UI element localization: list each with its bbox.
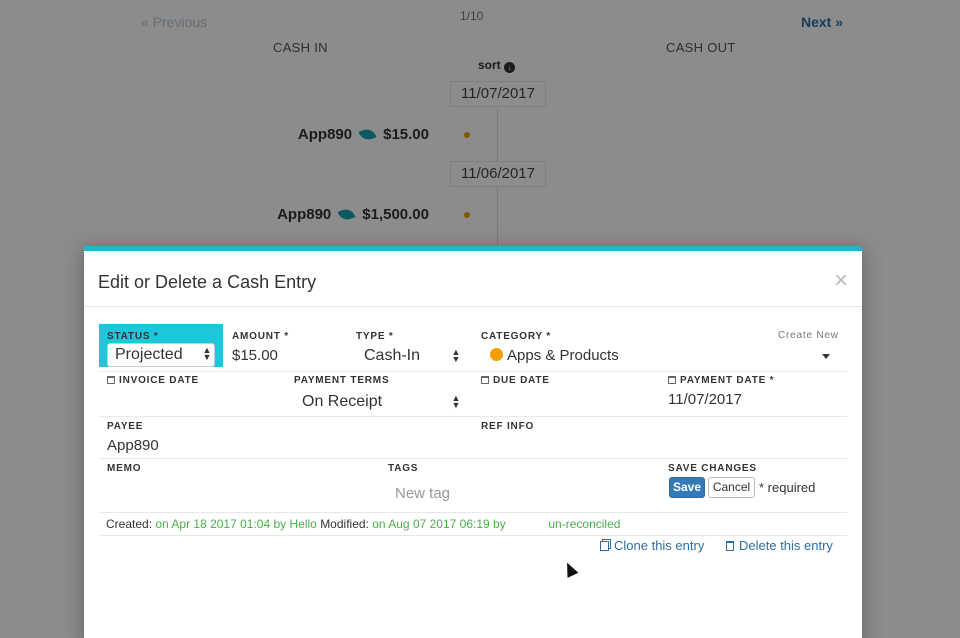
- clone-icon: [600, 541, 609, 551]
- select-arrows-icon: ▲ ▼: [451, 393, 461, 410]
- amount-input[interactable]: $15.00: [232, 347, 278, 364]
- calendar-icon: [481, 376, 489, 384]
- created-value: on Apr 18 2017 01:04 by Hello: [155, 517, 317, 531]
- trash-icon: [726, 541, 734, 551]
- type-select[interactable]: Cash-In: [364, 347, 420, 365]
- payment-date-input[interactable]: 11/07/2017: [668, 391, 742, 408]
- save-button[interactable]: Save: [669, 477, 705, 498]
- edit-cash-entry-modal: Edit or Delete a Cash Entry × STATUS * P…: [84, 246, 862, 638]
- tags-label: TAGS: [388, 463, 419, 474]
- category-value: Apps & Products: [507, 347, 619, 364]
- divider: [99, 371, 847, 372]
- ref-info-label: REF INFO: [481, 421, 535, 432]
- status-value: Projected: [115, 346, 183, 363]
- divider: [99, 458, 847, 459]
- divider: [99, 416, 847, 417]
- category-select[interactable]: Apps & Products: [490, 347, 619, 364]
- divider: [99, 535, 847, 536]
- reconcile-status: un-reconciled: [548, 517, 621, 531]
- category-label: CATEGORY *: [481, 331, 552, 342]
- amount-label: AMOUNT *: [232, 331, 289, 342]
- calendar-icon: [107, 376, 115, 384]
- payment-terms-select[interactable]: On Receipt: [302, 393, 382, 411]
- type-label: TYPE *: [356, 331, 394, 342]
- calendar-icon: [668, 376, 676, 384]
- status-select[interactable]: Projected: [107, 343, 215, 367]
- category-color-dot: [490, 348, 503, 361]
- divider: [84, 306, 862, 307]
- payment-date-label: PAYMENT DATE *: [668, 375, 774, 386]
- entry-audit-info: Created: on Apr 18 2017 01:04 by Hello M…: [106, 517, 620, 531]
- save-changes-label: SAVE CHANGES: [668, 463, 757, 474]
- tags-input[interactable]: New tag: [395, 485, 450, 502]
- divider: [99, 512, 847, 513]
- modal-title: Edit or Delete a Cash Entry: [98, 272, 317, 292]
- close-icon[interactable]: ×: [834, 269, 848, 293]
- select-arrows-icon: ▲ ▼: [202, 345, 212, 362]
- select-arrows-icon: ▲ ▼: [451, 347, 461, 364]
- payee-label: PAYEE: [107, 421, 144, 432]
- delete-entry-link[interactable]: Delete this entry: [726, 538, 833, 553]
- required-note: * required: [759, 480, 816, 495]
- chevron-down-icon[interactable]: [822, 354, 830, 359]
- due-date-label: DUE DATE: [481, 375, 550, 386]
- created-label: Created:: [106, 517, 153, 531]
- status-label: STATUS *: [107, 331, 159, 342]
- clone-entry-link[interactable]: Clone this entry: [600, 538, 704, 553]
- memo-label: MEMO: [107, 463, 142, 474]
- create-new-link[interactable]: Create New: [778, 330, 839, 341]
- cancel-button[interactable]: Cancel: [708, 477, 755, 498]
- payee-input[interactable]: App890: [107, 437, 159, 454]
- invoice-date-label: INVOICE DATE: [107, 375, 199, 386]
- modified-label: Modified:: [320, 517, 369, 531]
- modified-value: on Aug 07 2017 06:19 by: [372, 517, 506, 531]
- payment-terms-label: PAYMENT TERMS: [294, 375, 390, 386]
